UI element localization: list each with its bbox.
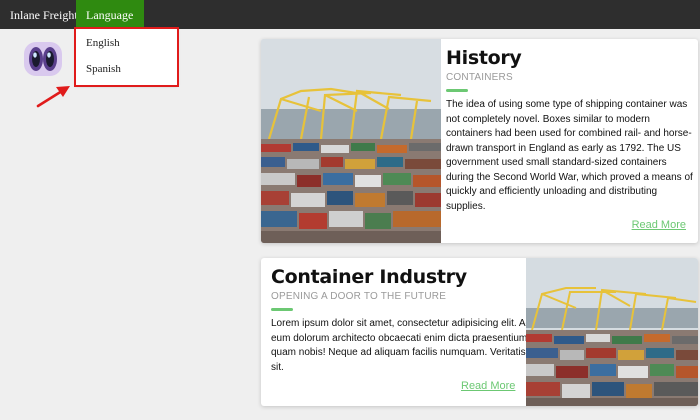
highlight-box (74, 27, 179, 87)
logo-icon (24, 42, 62, 76)
card-subtitle: OPENING A DOOR TO THE FUTURE (271, 291, 447, 302)
brand-link[interactable]: Inlane Freight (10, 0, 78, 29)
port-containers-image (261, 39, 441, 243)
card-body-text: The idea of using some type of shipping … (446, 99, 693, 212)
navbar: Inlane Freight Language (0, 0, 700, 47)
container-industry-card-content: Container Industry OPENING A DOOR TO THE… (271, 264, 533, 375)
history-card: History CONTAINERS The idea of using som… (261, 39, 698, 243)
annotation-arrow-icon (36, 86, 70, 108)
accent-divider (446, 89, 468, 92)
card-title: History (446, 47, 522, 69)
history-card-content: History CONTAINERS The idea of using som… (446, 45, 694, 214)
read-more-link[interactable]: Read More (632, 219, 686, 231)
language-label: Language (86, 8, 134, 22)
card-subtitle: CONTAINERS (446, 72, 513, 83)
port-containers-image (526, 258, 698, 406)
read-more-link[interactable]: Read More (461, 380, 515, 392)
card-title: Container Industry (271, 266, 467, 288)
language-dropdown-button[interactable]: Language (76, 0, 144, 47)
container-industry-card: Container Industry OPENING A DOOR TO THE… (261, 258, 698, 406)
card-body-text: Lorem ipsum dolor sit amet, consectetur … (271, 318, 532, 373)
accent-divider (271, 308, 293, 311)
